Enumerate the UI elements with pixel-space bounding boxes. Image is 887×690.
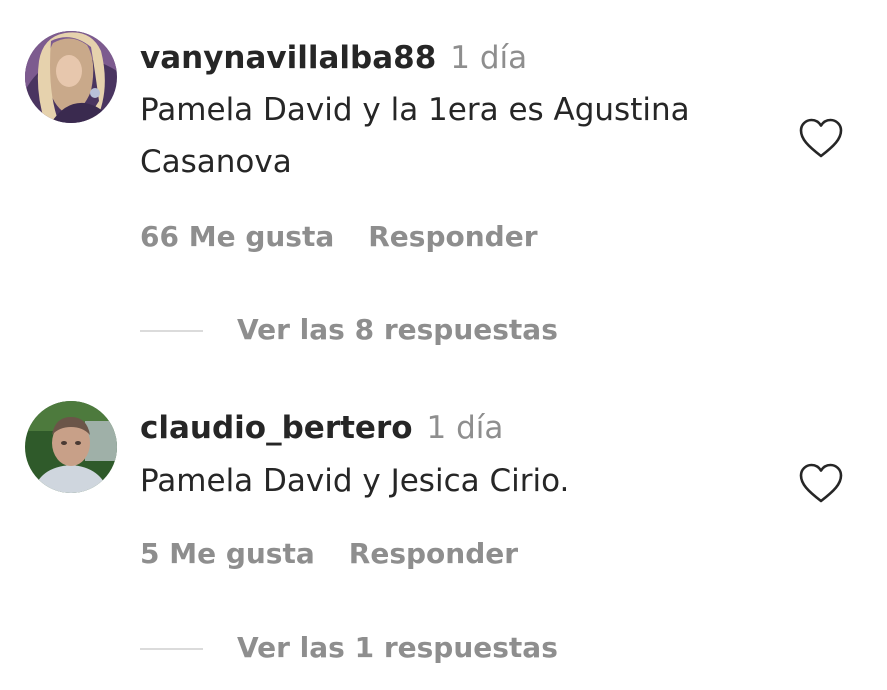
likes-count-button[interactable]: 5 Me gusta	[140, 537, 315, 570]
comment-text: Pamela David y Jesica Cirio.	[140, 463, 570, 499]
comment-actions: 5 Me gusta Responder	[140, 537, 518, 571]
comment-text: Pamela David y la 1era es Agustina Casan…	[140, 92, 690, 180]
replies-divider	[140, 330, 203, 332]
timestamp-link[interactable]: 1 día	[427, 410, 504, 446]
comment-actions: 66 Me gusta Responder	[140, 220, 538, 254]
view-replies-label: Ver las 8 respuestas	[237, 313, 558, 346]
reply-button[interactable]: Responder	[368, 220, 537, 253]
reply-button[interactable]: Responder	[349, 537, 518, 570]
username-link[interactable]: claudio_bertero	[140, 410, 413, 446]
avatar-image	[25, 401, 117, 493]
avatar-image	[25, 31, 117, 123]
heart-outline-icon[interactable]	[798, 117, 844, 159]
username-link[interactable]: vanynavillalba88	[140, 40, 436, 76]
likes-count-button[interactable]: 66 Me gusta	[140, 220, 334, 253]
replies-divider	[140, 648, 203, 650]
avatar[interactable]	[25, 401, 117, 493]
heart-outline-icon[interactable]	[798, 462, 844, 504]
comment-header: vanynavillalba88 1 día	[140, 40, 527, 76]
avatar[interactable]	[25, 31, 117, 123]
comment-header: claudio_bertero 1 día	[140, 410, 503, 446]
timestamp-link[interactable]: 1 día	[450, 40, 527, 76]
view-replies-label: Ver las 1 respuestas	[237, 631, 558, 664]
